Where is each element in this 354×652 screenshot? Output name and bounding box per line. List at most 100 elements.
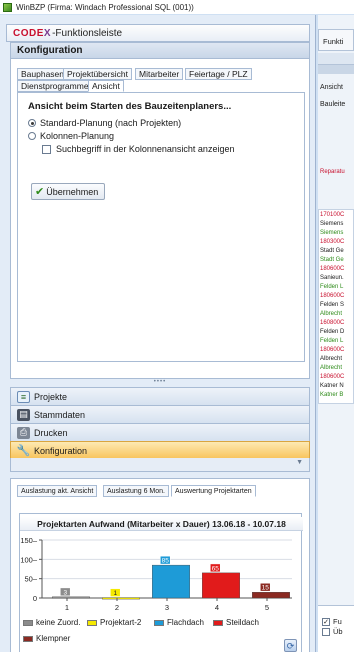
nav-label: Stammdaten [34,409,86,420]
checkbox-icon[interactable] [322,627,330,636]
checkbox-label: Suchbegriff in der Kolonnenansicht anzei… [56,144,235,154]
legend-label: Flachdach [167,618,204,627]
section-title: Ansicht beim Starten des Bauzeitenplaner… [28,101,232,112]
data-label: 65 [212,565,220,572]
x-tick-label: 3 [165,603,169,612]
legend-item: Steildach [213,618,259,627]
legend-swatch [213,619,223,626]
bar [152,564,190,599]
bauleiter-label: Bauleite [320,101,346,108]
panel-splitter[interactable]: •••• [10,379,310,385]
legend-swatch [23,635,33,642]
checkbox-suchbegriff[interactable]: Suchbegriff in der Kolonnenansicht anzei… [42,144,234,154]
project-list-item[interactable]: Sanieun. [320,275,344,282]
data-label: 1 [113,590,117,597]
tab-auswertung-projektarten[interactable]: Auswertung Projektarten [171,485,256,497]
data-label: 15 [262,585,270,592]
projects-icon: ≡ [17,390,30,403]
main-tab-header[interactable]: Funkti [318,29,354,51]
tab-dienstprogramme[interactable]: Dienstprogramme [17,80,93,92]
data-label: 3 [63,589,67,596]
legend-label: Klempner [36,634,71,643]
project-list: 170100C Siemens Siemens 180300C Stadt Ge Stad… [318,209,354,404]
legend-item: Klempner [23,634,70,643]
legend-label: Projektart-2 [100,618,142,627]
nav-item-stammdaten[interactable]: ▤ Stammdaten [10,405,310,424]
project-list-item[interactable]: Felden D [320,329,344,336]
project-list-item[interactable]: Stadt Ge [320,248,344,255]
project-list-item[interactable]: 180300C [320,239,344,246]
tab-auslastung-6mon[interactable]: Auslastung 6 Mon. [103,485,169,497]
bar-chart: 0 50– 100– 150– 3 1 1 2 85 3 65 4 15 5 [20,536,292,612]
chart-title: Projektarten Aufwand (Mitarbeiter x Daue… [20,517,303,531]
project-list-item[interactable]: Albrecht [320,311,342,318]
apply-button-label: Übernehmen [46,186,99,197]
option-label: Standard-Planung (nach Projekten) [40,118,182,128]
app-icon [3,2,12,12]
chevron-down-icon[interactable]: ▼ [296,459,303,466]
bar [252,592,290,599]
tab-projektuebersicht[interactable]: Projektübersicht [63,68,132,80]
bar [52,596,90,599]
x-tick-label: 4 [215,603,219,612]
refresh-icon[interactable]: ⟳ [284,639,297,652]
function-bar-header: CODEX -Funktionsleiste [6,24,310,42]
window-title: WinBZP (Firma: Windach Professional SQL … [16,2,194,12]
wrench-icon: 🔧 [16,445,31,457]
tab-ansicht[interactable]: Ansicht [88,80,124,92]
project-list-item[interactable]: Katner B [320,392,343,399]
checkbox-label: Fu [333,617,342,626]
y-tick-label: 150– [20,536,38,545]
config-panel-title: Konfiguration [10,42,310,59]
checkmark-icon: ✔ [35,186,45,198]
project-list-item[interactable]: Katner N [320,383,344,390]
project-list-item[interactable]: Felden L [320,284,343,291]
x-tick-label: 2 [115,603,119,612]
project-list-item[interactable]: Albrecht [320,356,342,363]
ansicht-tab-panel: Ansicht beim Starten des Bauzeitenplaner… [17,92,305,362]
bar [102,597,140,600]
project-list-item[interactable]: Albrecht [320,365,342,372]
tab-auslastung-akt[interactable]: Auslastung akt. Ansicht [17,485,98,497]
checkbox-icon[interactable]: ✓ [322,617,330,626]
project-list-item[interactable]: 180600C [320,374,344,381]
checkbox-fu[interactable]: ✓ Fu [322,617,342,626]
radio-icon[interactable] [28,119,36,127]
main-content-pane: Funkti Ansicht Bauleite Reparatu 170100C… [318,15,354,652]
y-tick-label: 50– [24,575,37,584]
radio-icon[interactable] [28,132,36,140]
option-kolonnen-planung[interactable]: Kolonnen-Planung [28,131,114,141]
legend-label: Steildach [226,618,259,627]
bottom-options: ✓ Fu Üb [318,605,354,652]
x-tick-label: 1 [65,603,69,612]
legend-item: keine Zuord. [23,618,80,627]
project-list-item[interactable]: Siemens [320,230,343,237]
option-standard-planung[interactable]: Standard-Planung (nach Projekten) [28,118,181,128]
project-list-item[interactable]: 160800C [320,320,344,327]
tab-feiertage-plz[interactable]: Feiertage / PLZ [185,68,252,80]
ansicht-label: Ansicht [320,84,343,91]
legend-label: keine Zuord. [36,618,81,627]
project-list-item[interactable]: 180600C [320,266,344,273]
project-list-item[interactable]: Felden L [320,338,343,345]
checkbox-label: Üb [333,627,343,636]
nav-overflow-bar[interactable]: ▼ [10,458,310,472]
tab-mitarbeiter[interactable]: Mitarbeiter [135,68,184,80]
data-label: 85 [162,558,170,565]
checkbox-icon[interactable] [42,144,51,154]
project-list-item[interactable]: 180600C [320,347,344,354]
apply-button[interactable]: ✔ Übernehmen [31,183,106,200]
x-tick-label: 5 [265,603,269,612]
config-panel: Bauphasen Projektübersicht Mitarbeiter F… [10,59,310,379]
project-list-item[interactable]: Stadt Ge [320,257,344,264]
project-list-item[interactable]: 170100C [320,212,344,219]
nav-item-drucken[interactable]: ⎙ Drucken [10,423,310,442]
nav-label: Drucken [34,427,68,438]
project-list-item[interactable]: Siemens [320,221,343,228]
tab-bauphasen[interactable]: Bauphasen [17,68,69,80]
project-list-item[interactable]: 180600C [320,293,344,300]
nav-item-projekte[interactable]: ≡ Projekte [10,387,310,406]
checkbox-ueb[interactable]: Üb [322,627,343,636]
project-list-item[interactable]: Felden S [320,302,344,309]
y-tick-label: 0 [33,594,37,603]
